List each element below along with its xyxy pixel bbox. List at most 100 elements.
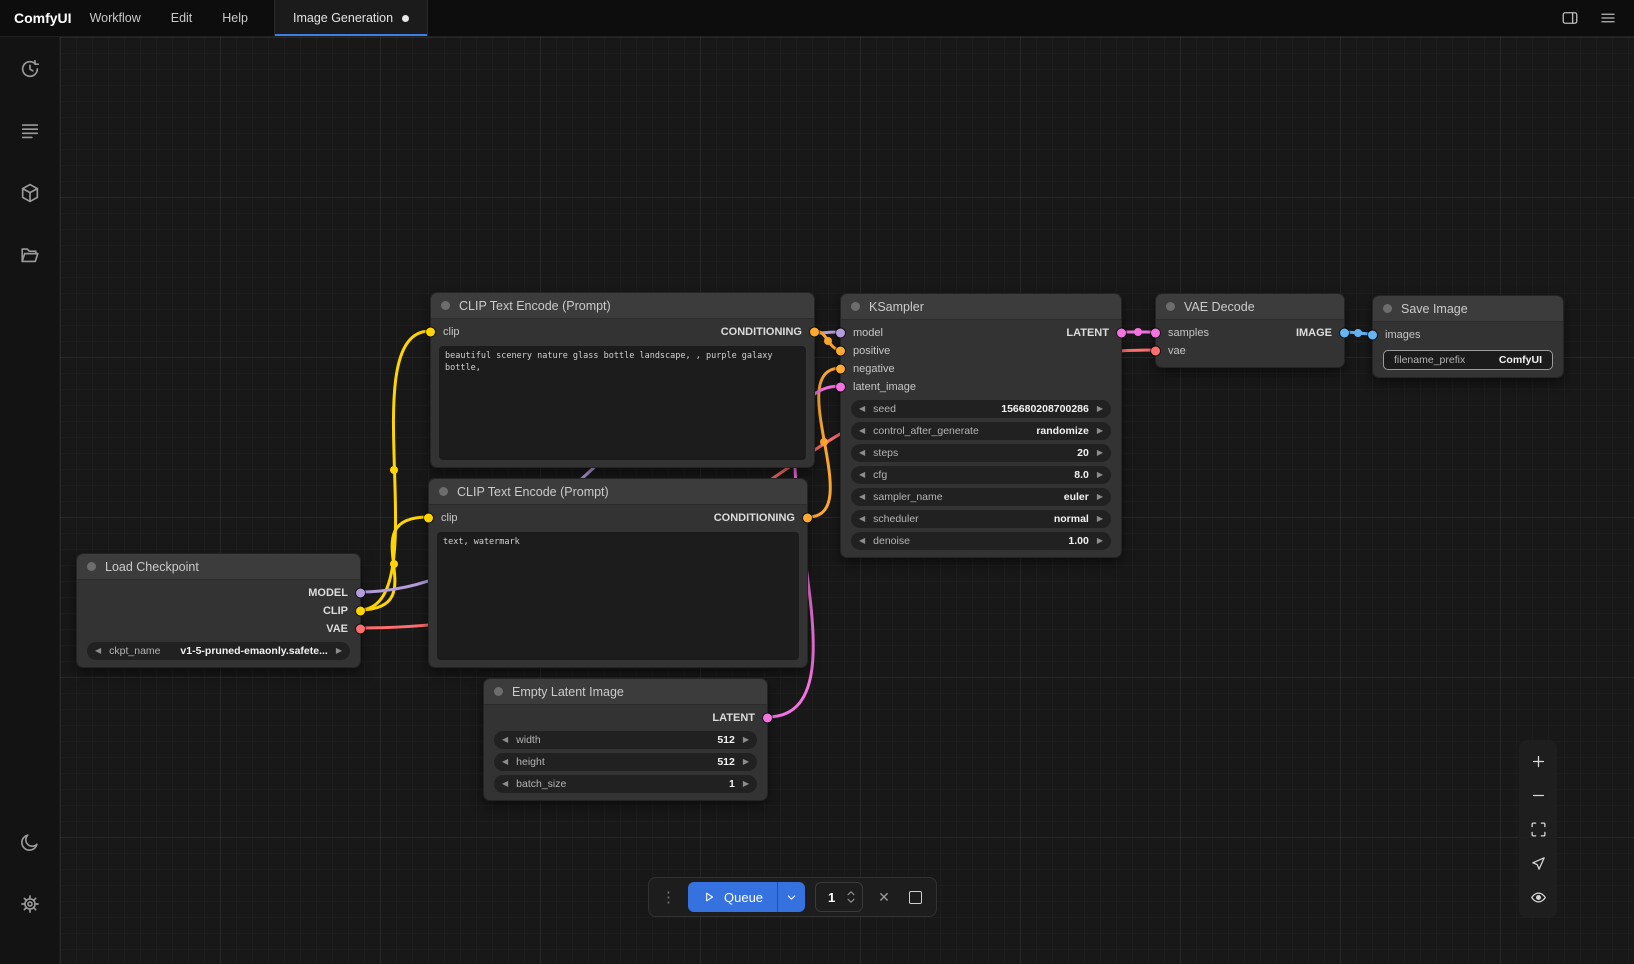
- decrement-arrow-icon[interactable]: ◀: [502, 736, 508, 744]
- batch-count-steppers[interactable]: [846, 890, 856, 904]
- panel-toggle-icon[interactable]: [1556, 4, 1584, 32]
- increment-arrow-icon[interactable]: ▶: [743, 736, 749, 744]
- decrement-arrow-icon[interactable]: ◀: [859, 471, 865, 479]
- decrement-arrow-icon[interactable]: ◀: [95, 647, 101, 655]
- menu-workflow[interactable]: Workflow: [90, 11, 141, 25]
- increment-arrow-icon[interactable]: ▶: [1097, 515, 1103, 523]
- widget-batch-size[interactable]: ◀ batch_size 1 ▶: [494, 775, 757, 793]
- decrement-arrow-icon[interactable]: ◀: [859, 493, 865, 501]
- node-empty-latent-image[interactable]: Empty Latent Image LATENT ◀ width 512 ▶ …: [483, 678, 768, 801]
- clear-queue-icon[interactable]: ✕: [873, 889, 895, 906]
- increment-arrow-icon[interactable]: ▶: [336, 647, 342, 655]
- menu-icon[interactable]: [1594, 4, 1622, 32]
- decrement-arrow-icon[interactable]: ◀: [859, 537, 865, 545]
- collapse-dot[interactable]: [1166, 302, 1175, 311]
- node-header[interactable]: KSampler: [841, 294, 1121, 320]
- queue-options-caret[interactable]: [777, 882, 805, 912]
- input-slot-latent-image[interactable]: [836, 383, 845, 392]
- increment-arrow-icon[interactable]: ▶: [1097, 405, 1103, 413]
- increment-arrow-icon[interactable]: ▶: [1097, 427, 1103, 435]
- prompt-textarea[interactable]: beautiful scenery nature glass bottle la…: [439, 346, 806, 460]
- toggle-visibility-eye-icon[interactable]: [1523, 882, 1553, 912]
- batch-count-value[interactable]: 1: [828, 890, 838, 905]
- input-slot-images[interactable]: [1368, 331, 1377, 340]
- queue-button-main[interactable]: Queue: [688, 882, 777, 912]
- settings-icon[interactable]: [18, 892, 42, 916]
- widget-ckpt-name[interactable]: ◀ ckpt_name v1-5-pruned-emaonly.safete..…: [87, 642, 350, 660]
- increment-arrow-icon[interactable]: ▶: [743, 780, 749, 788]
- node-ksampler[interactable]: KSampler model LATENT positive negative …: [840, 293, 1122, 558]
- output-slot-conditioning[interactable]: [810, 328, 819, 337]
- widget-scheduler[interactable]: ◀ scheduler normal ▶: [851, 510, 1111, 528]
- collapse-dot[interactable]: [439, 487, 448, 496]
- tab-image-generation[interactable]: Image Generation: [274, 0, 428, 36]
- menu-help[interactable]: Help: [222, 11, 248, 25]
- node-clip-text-encode-negative[interactable]: CLIP Text Encode (Prompt) clip CONDITION…: [428, 478, 808, 668]
- decrement-arrow-icon[interactable]: ◀: [859, 449, 865, 457]
- menu-edit[interactable]: Edit: [171, 11, 193, 25]
- decrement-arrow-icon[interactable]: ◀: [502, 780, 508, 788]
- node-vae-decode[interactable]: VAE Decode samples IMAGE vae: [1155, 293, 1345, 368]
- node-header[interactable]: Save Image: [1373, 296, 1563, 322]
- widget-filename-prefix[interactable]: filename_prefix ComfyUI: [1383, 350, 1553, 370]
- batch-count-input[interactable]: 1: [815, 882, 863, 912]
- node-clip-text-encode-positive[interactable]: CLIP Text Encode (Prompt) clip CONDITION…: [430, 292, 815, 468]
- node-header[interactable]: CLIP Text Encode (Prompt): [429, 479, 807, 505]
- output-slot-image[interactable]: [1340, 329, 1349, 338]
- increment-arrow-icon[interactable]: ▶: [1097, 537, 1103, 545]
- output-slot-latent[interactable]: [1117, 329, 1126, 338]
- output-slot-model[interactable]: [356, 589, 365, 598]
- widget-control-after-generate[interactable]: ◀ control_after_generate randomize ▶: [851, 422, 1111, 440]
- zoom-out-icon[interactable]: [1523, 780, 1553, 810]
- input-slot-clip[interactable]: [424, 514, 433, 523]
- stepper-down-icon[interactable]: [846, 898, 856, 904]
- increment-arrow-icon[interactable]: ▶: [1097, 493, 1103, 501]
- node-header[interactable]: Empty Latent Image: [484, 679, 767, 705]
- collapse-dot[interactable]: [87, 562, 96, 571]
- select-mode-icon[interactable]: [1523, 848, 1553, 878]
- queue-button[interactable]: Queue: [688, 882, 805, 912]
- input-slot-clip[interactable]: [426, 328, 435, 337]
- output-slot-clip[interactable]: [356, 607, 365, 616]
- collapse-dot[interactable]: [441, 301, 450, 310]
- widget-cfg[interactable]: ◀ cfg 8.0 ▶: [851, 466, 1111, 484]
- increment-arrow-icon[interactable]: ▶: [1097, 471, 1103, 479]
- widget-width[interactable]: ◀ width 512 ▶: [494, 731, 757, 749]
- theme-toggle-icon[interactable]: [18, 830, 42, 854]
- input-slot-samples[interactable]: [1151, 329, 1160, 338]
- decrement-arrow-icon[interactable]: ◀: [859, 515, 865, 523]
- fit-view-icon[interactable]: [1523, 814, 1553, 844]
- widget-denoise[interactable]: ◀ denoise 1.00 ▶: [851, 532, 1111, 550]
- widget-sampler-name[interactable]: ◀ sampler_name euler ▶: [851, 488, 1111, 506]
- stepper-up-icon[interactable]: [846, 890, 856, 896]
- prompt-textarea[interactable]: text, watermark: [437, 532, 799, 660]
- decrement-arrow-icon[interactable]: ◀: [502, 758, 508, 766]
- node-load-checkpoint[interactable]: Load Checkpoint MODEL CLIP VAE ◀ ckpt_na…: [76, 553, 361, 668]
- node-header[interactable]: VAE Decode: [1156, 294, 1344, 320]
- collapse-dot[interactable]: [494, 687, 503, 696]
- input-slot-model[interactable]: [836, 329, 845, 338]
- widget-seed[interactable]: ◀ seed 156680208700286 ▶: [851, 400, 1111, 418]
- input-slot-positive[interactable]: [836, 347, 845, 356]
- node-header[interactable]: Load Checkpoint: [77, 554, 360, 580]
- widget-height[interactable]: ◀ height 512 ▶: [494, 753, 757, 771]
- increment-arrow-icon[interactable]: ▶: [743, 758, 749, 766]
- output-slot-latent[interactable]: [763, 714, 772, 723]
- output-slot-conditioning[interactable]: [803, 514, 812, 523]
- input-slot-negative[interactable]: [836, 365, 845, 374]
- node-save-image[interactable]: Save Image images filename_prefix ComfyU…: [1372, 295, 1564, 378]
- stop-icon[interactable]: [909, 891, 922, 904]
- collapse-dot[interactable]: [1383, 304, 1392, 313]
- decrement-arrow-icon[interactable]: ◀: [859, 405, 865, 413]
- decrement-arrow-icon[interactable]: ◀: [859, 427, 865, 435]
- widget-steps[interactable]: ◀ steps 20 ▶: [851, 444, 1111, 462]
- collapse-dot[interactable]: [851, 302, 860, 311]
- input-slot-vae[interactable]: [1151, 347, 1160, 356]
- increment-arrow-icon[interactable]: ▶: [1097, 449, 1103, 457]
- model-library-icon[interactable]: [18, 181, 42, 205]
- zoom-in-icon[interactable]: [1523, 746, 1553, 776]
- workflows-icon[interactable]: [18, 243, 42, 267]
- workflow-history-icon[interactable]: [18, 57, 42, 81]
- drag-handle-icon[interactable]: ⋮: [659, 890, 678, 905]
- node-library-icon[interactable]: [18, 119, 42, 143]
